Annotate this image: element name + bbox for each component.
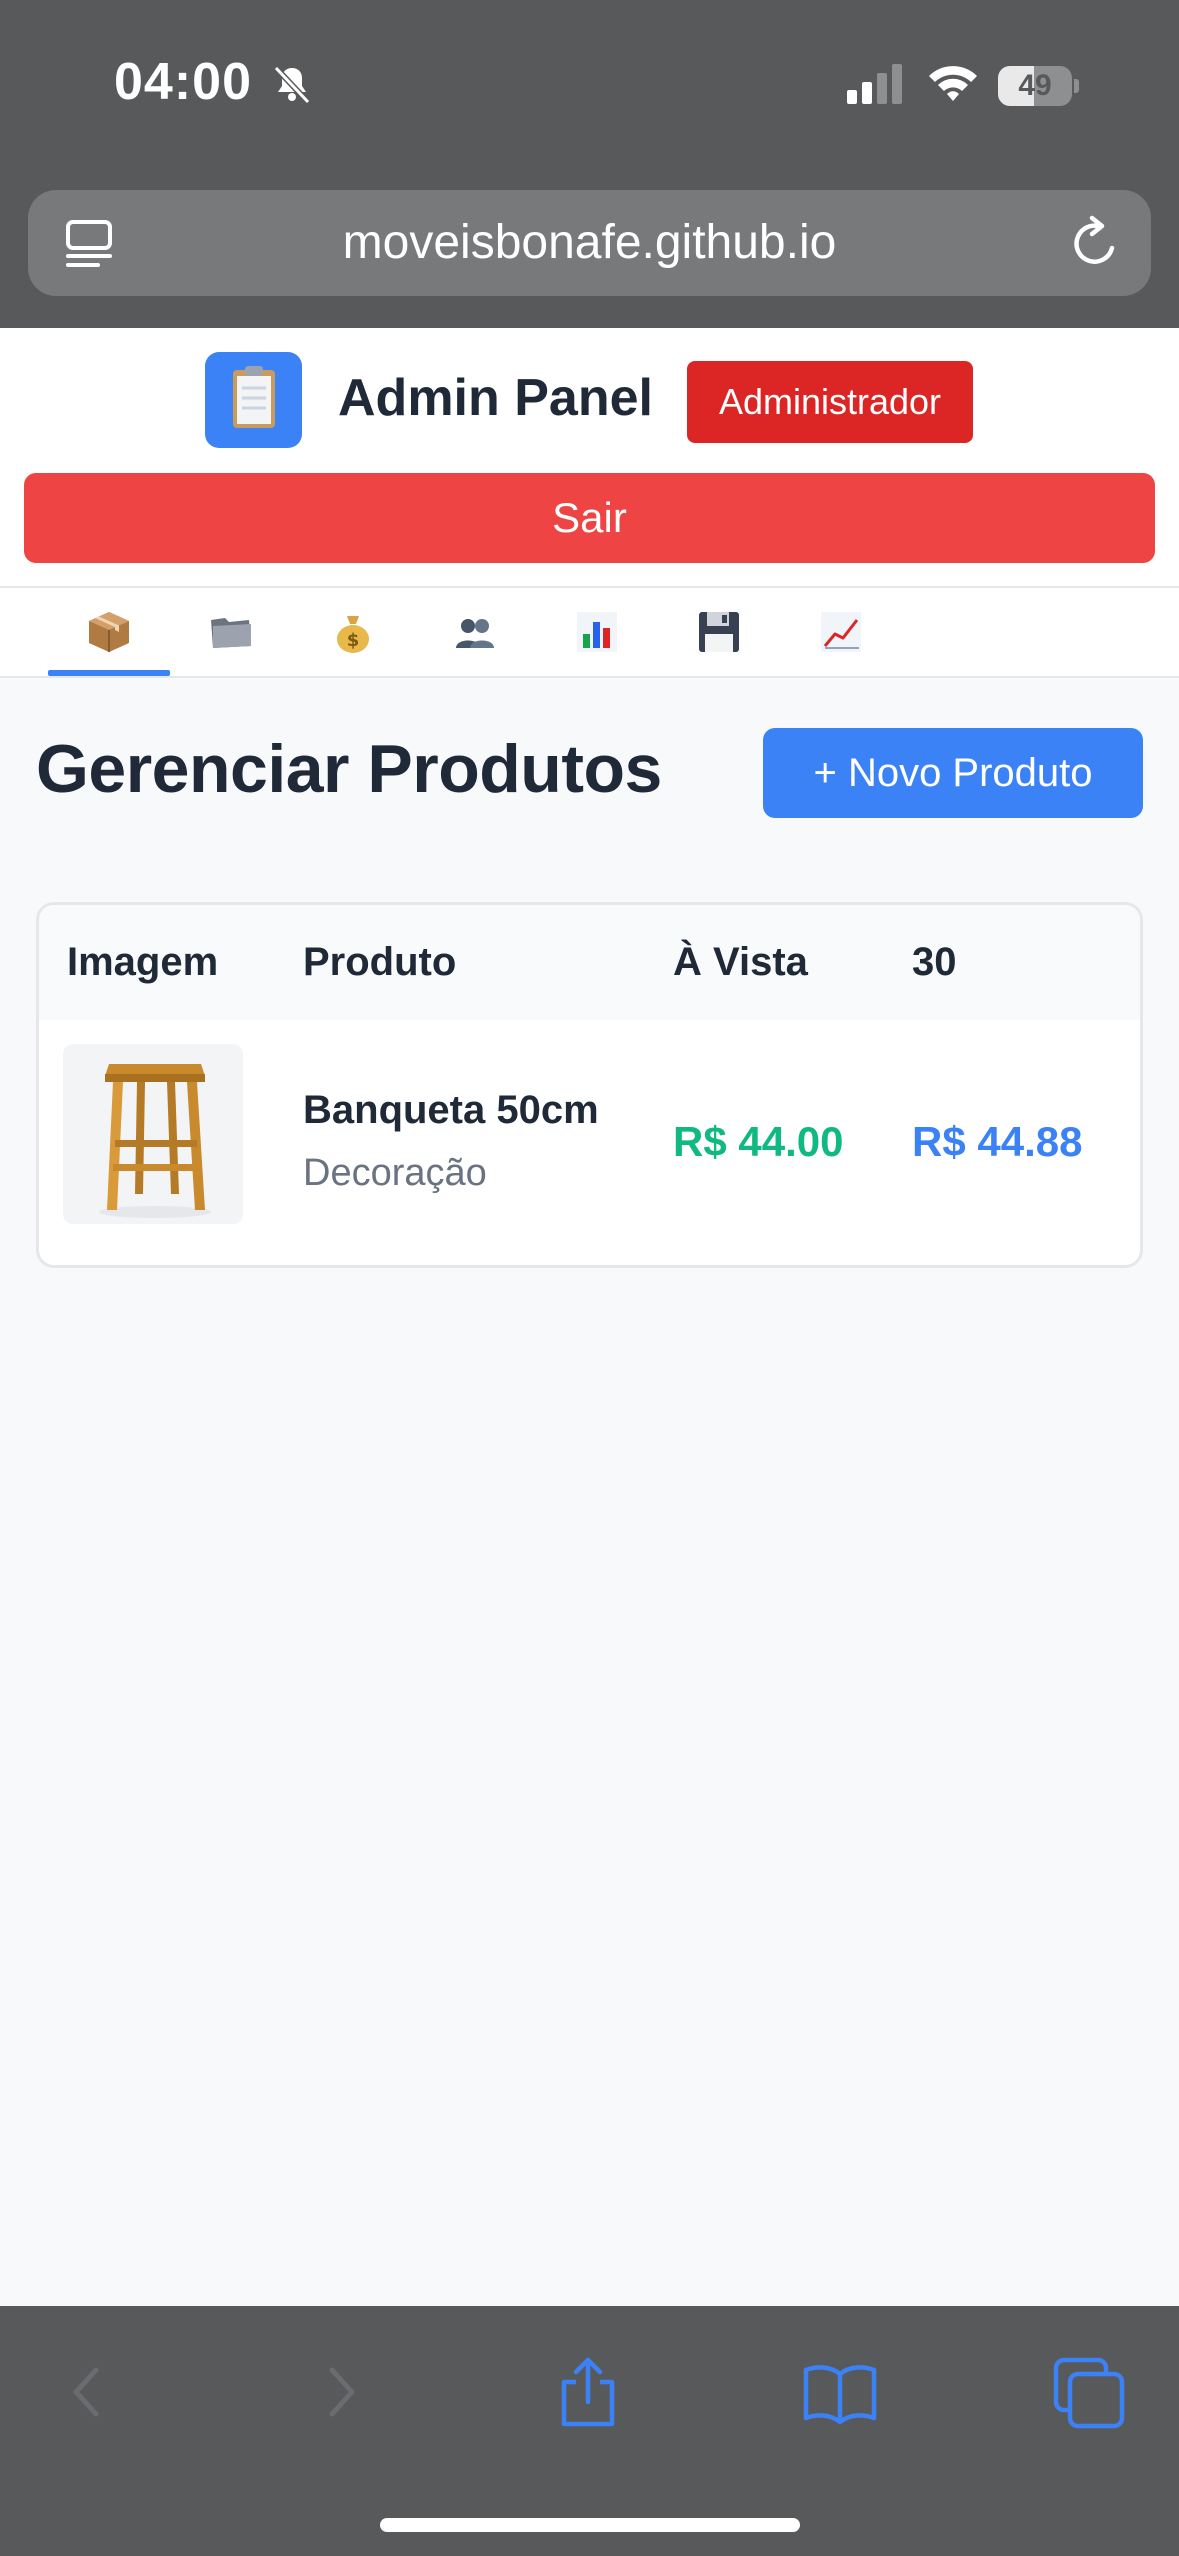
browser-top-bar: 04:00 49 moveisbonafe.github.io: [0, 0, 1179, 328]
page-menu-icon[interactable]: [64, 218, 114, 270]
new-product-button[interactable]: + Novo Produto: [763, 728, 1143, 818]
battery-indicator: 49: [998, 66, 1079, 106]
package-icon: [89, 612, 129, 652]
products-table: Imagem Produto À Vista 30 Banqueta 50cm …: [36, 902, 1143, 1268]
share-icon[interactable]: [548, 2352, 628, 2432]
page-title: Gerenciar Produtos: [36, 731, 662, 807]
reload-icon[interactable]: [1068, 214, 1124, 272]
bar-chart-icon: [577, 612, 617, 652]
tab-products[interactable]: [48, 588, 170, 678]
admin-tab-bar: $: [0, 586, 1179, 678]
tab-categories[interactable]: [170, 588, 292, 678]
logout-button[interactable]: Sair: [24, 473, 1155, 563]
url-text[interactable]: moveisbonafe.github.io: [28, 190, 1151, 296]
table-header: Imagem Produto À Vista 30: [39, 905, 1140, 1020]
bookmarks-icon[interactable]: [800, 2352, 880, 2432]
address-bar[interactable]: moveisbonafe.github.io: [28, 190, 1151, 296]
product-category: Decoração: [303, 1152, 487, 1194]
app-title: Admin Panel: [338, 369, 653, 427]
admin-header: Admin Panel Administrador Sair: [0, 328, 1179, 588]
back-icon[interactable]: [48, 2352, 128, 2432]
column-header-cash-price: À Vista: [673, 940, 808, 984]
money-bag-icon: $: [337, 616, 369, 653]
cellular-signal-icon: [847, 64, 902, 104]
column-header-image: Imagem: [67, 940, 219, 984]
tab-finance[interactable]: $: [292, 588, 414, 678]
trend-chart-icon: [821, 612, 861, 652]
bell-off-icon: [273, 65, 311, 105]
battery-percentage: 49: [1018, 69, 1052, 102]
tab-users[interactable]: [414, 588, 536, 678]
status-time: 04:00: [114, 53, 252, 111]
column-header-30-days: 30: [912, 940, 957, 984]
active-tab-indicator: [48, 670, 170, 676]
users-icon: [456, 619, 494, 648]
cash-price: R$ 44.00: [673, 1118, 844, 1165]
browser-bottom-bar: [0, 2306, 1179, 2556]
floppy-disk-icon: [699, 612, 739, 652]
installment-price: R$ 44.88: [912, 1118, 1083, 1165]
tab-analytics[interactable]: [780, 588, 902, 678]
svg-text:$: $: [347, 630, 360, 651]
folder-icon: [211, 618, 251, 648]
clipboard-icon: [205, 352, 302, 448]
tab-reports[interactable]: [536, 588, 658, 678]
home-indicator: [380, 2518, 800, 2532]
stool-image: [63, 1044, 243, 1224]
forward-icon[interactable]: [300, 2352, 380, 2432]
column-header-product: Produto: [303, 940, 457, 984]
role-badge: Administrador: [687, 361, 973, 443]
table-row[interactable]: Banqueta 50cm Decoração R$ 44.00 R$ 44.8…: [39, 1020, 1140, 1265]
tab-backup[interactable]: [658, 588, 780, 678]
tabs-icon[interactable]: [1050, 2352, 1130, 2432]
wifi-icon: [929, 66, 977, 101]
product-name: Banqueta 50cm: [303, 1088, 599, 1132]
